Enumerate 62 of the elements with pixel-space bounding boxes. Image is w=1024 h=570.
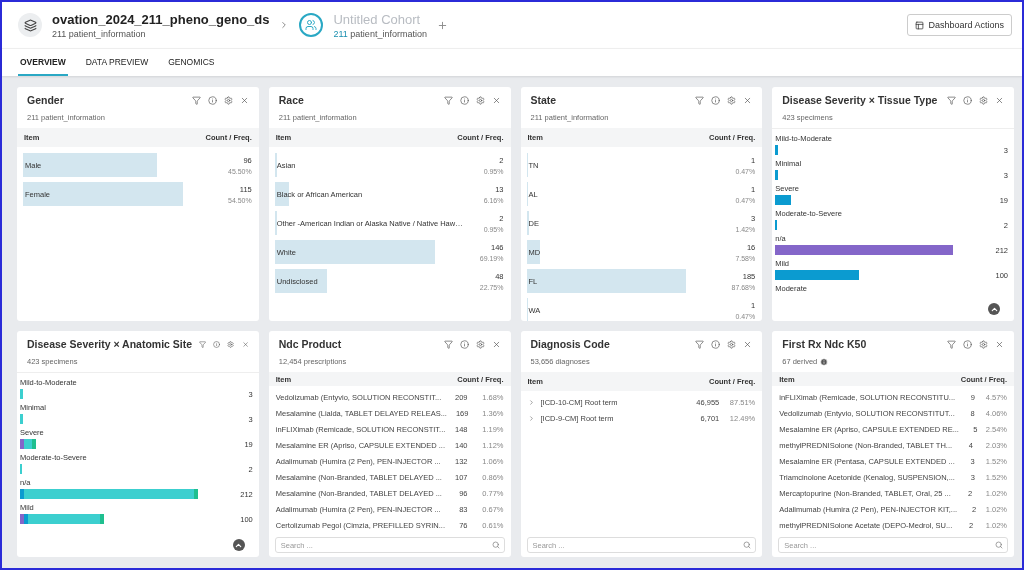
bar-fill xyxy=(274,269,328,293)
info-icon[interactable] xyxy=(963,339,972,349)
filter-icon[interactable] xyxy=(695,95,705,105)
info-icon[interactable] xyxy=(711,95,721,105)
tab[interactable]: DATA PREVIEW xyxy=(83,49,151,76)
card-title: Race xyxy=(278,94,304,106)
tab[interactable]: OVERVIEW xyxy=(18,49,68,76)
filter-icon[interactable] xyxy=(947,95,956,105)
add-icon[interactable] xyxy=(436,19,448,31)
scroll-top-button[interactable] xyxy=(232,539,245,551)
close-icon[interactable] xyxy=(241,339,249,349)
bar-fill xyxy=(274,153,277,177)
filter-icon[interactable] xyxy=(199,339,207,349)
card-title: Disease Severity × Tissue Type xyxy=(782,94,938,106)
card-title: State xyxy=(530,94,557,106)
bar-fill xyxy=(526,211,530,235)
dashboard-actions-button[interactable]: Dashboard Actions xyxy=(907,14,1012,36)
scroll-top-button[interactable] xyxy=(988,303,1000,315)
close-icon[interactable] xyxy=(491,95,501,105)
close-icon[interactable] xyxy=(995,95,1004,105)
settings-icon[interactable] xyxy=(979,95,988,105)
bar-fill xyxy=(526,240,541,264)
layers-icon xyxy=(18,13,42,37)
settings-icon[interactable] xyxy=(475,339,485,349)
dataset-name: ovation_2024_211_pheno_geno_ds xyxy=(52,11,270,27)
card-title: First Rx Ndc K50 xyxy=(782,338,867,350)
panels-icon xyxy=(915,20,925,30)
filter-icon[interactable] xyxy=(947,339,956,349)
card-title: Disease Severity × Anatomic Site xyxy=(27,338,193,350)
settings-icon[interactable] xyxy=(475,95,485,105)
tab[interactable]: GENOMICS xyxy=(166,49,217,76)
filter-icon[interactable] xyxy=(191,95,201,105)
search-icon xyxy=(743,541,752,549)
settings-icon[interactable] xyxy=(227,339,235,349)
close-icon[interactable] xyxy=(239,95,249,105)
settings-icon[interactable] xyxy=(727,339,737,349)
settings-icon[interactable] xyxy=(727,95,737,105)
filter-icon[interactable] xyxy=(695,339,705,349)
search-icon xyxy=(491,541,500,549)
filter-icon[interactable] xyxy=(443,339,453,349)
bar-fill xyxy=(274,211,277,235)
close-icon[interactable] xyxy=(743,95,753,105)
search-icon xyxy=(995,541,1003,549)
expand-caret-icon[interactable] xyxy=(527,414,535,422)
info-icon[interactable] xyxy=(459,95,469,105)
settings-icon[interactable] xyxy=(223,95,233,105)
settings-icon[interactable] xyxy=(979,339,988,349)
people-icon xyxy=(299,13,324,37)
close-icon[interactable] xyxy=(491,339,501,349)
info-icon[interactable] xyxy=(711,339,721,349)
dataset-subtitle: 211 patient_information xyxy=(52,28,147,39)
close-icon[interactable] xyxy=(995,339,1004,349)
card-title: Diagnosis Code xyxy=(530,338,610,350)
info-icon[interactable] xyxy=(207,95,217,105)
card-title: Gender xyxy=(27,94,64,106)
filter-icon[interactable] xyxy=(443,95,453,105)
info-icon[interactable] xyxy=(963,95,972,105)
cohort-subtitle: 211 patient_information xyxy=(333,28,427,39)
expand-caret-icon[interactable] xyxy=(527,398,535,406)
info-icon[interactable] xyxy=(459,339,469,349)
card-title: Ndc Product xyxy=(278,338,342,350)
close-icon[interactable] xyxy=(743,339,753,349)
